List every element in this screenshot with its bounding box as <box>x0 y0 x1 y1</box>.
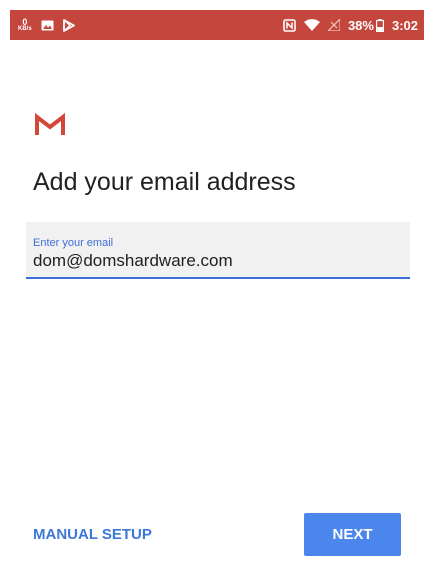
status-bar-left: 0 KB/s <box>18 16 75 33</box>
net-speed-value: 0 <box>22 16 28 27</box>
net-speed-indicator: 0 KB/s <box>18 16 32 33</box>
wifi-icon <box>303 19 320 31</box>
battery-charging-icon <box>375 18 384 32</box>
next-button[interactable]: NEXT <box>304 513 401 556</box>
email-field-label: Enter your email <box>33 237 114 249</box>
play-store-icon <box>62 18 75 32</box>
email-field[interactable]: Enter your email dom@domshardware.com <box>26 222 410 279</box>
email-input[interactable]: dom@domshardware.com <box>33 250 410 271</box>
battery-indicator: 38% <box>348 18 384 33</box>
net-speed-unit: KB/s <box>18 25 32 32</box>
status-bar: 0 KB/s 38% 3:02 <box>10 10 424 40</box>
email-setup-screen: 0 KB/s 38% 3:02 Add your email address E… <box>0 0 434 570</box>
battery-percent: 38% <box>347 17 374 33</box>
gmail-icon <box>35 113 65 135</box>
image-notification-icon <box>41 20 54 31</box>
status-time: 3:02 <box>391 17 418 33</box>
page-title: Add your email address <box>33 168 296 196</box>
manual-setup-button[interactable]: MANUAL SETUP <box>33 526 152 543</box>
nfc-icon <box>283 18 296 32</box>
status-bar-right: 38% 3:02 <box>283 18 418 33</box>
no-signal-icon <box>327 19 340 31</box>
